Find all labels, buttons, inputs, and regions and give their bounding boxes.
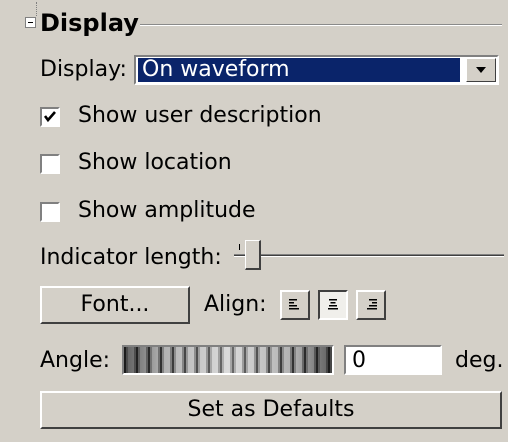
align-right-button[interactable]	[356, 290, 386, 320]
slider-tick	[239, 244, 240, 250]
indicator-length-track[interactable]	[234, 254, 504, 257]
indicator-length-thumb[interactable]	[245, 240, 261, 270]
align-right-icon	[367, 299, 377, 310]
section-title: Display	[40, 9, 139, 37]
align-label: Align:	[204, 292, 267, 317]
display-panel: Display Display: On waveform Show user d…	[0, 0, 520, 442]
align-center-icon	[328, 299, 338, 310]
angle-dial[interactable]	[122, 345, 334, 375]
right-edge	[508, 0, 520, 442]
show-amplitude-label[interactable]: Show amplitude	[78, 197, 256, 225]
angle-input[interactable]	[344, 345, 442, 375]
show-location-label[interactable]: Show location	[78, 149, 232, 177]
align-left-icon	[289, 299, 299, 310]
display-select[interactable]: On waveform	[134, 55, 499, 85]
font-button[interactable]: Font...	[40, 286, 190, 324]
display-label: Display:	[40, 57, 127, 82]
display-select-value: On waveform	[138, 58, 460, 82]
align-center-button[interactable]	[318, 290, 348, 320]
collapse-minus-icon[interactable]	[25, 17, 36, 28]
angle-dial-shading	[124, 347, 332, 373]
section-divider	[140, 24, 502, 26]
indicator-length-label: Indicator length:	[40, 245, 222, 270]
align-left-button[interactable]	[280, 290, 310, 320]
chevron-down-icon[interactable]	[466, 58, 496, 82]
checkmark-icon	[43, 111, 56, 123]
tree-guide-line	[36, 2, 38, 16]
show-user-description-checkbox[interactable]	[40, 107, 60, 127]
angle-unit-label: deg.	[455, 348, 504, 373]
show-amplitude-checkbox[interactable]	[40, 202, 60, 222]
show-location-checkbox[interactable]	[40, 154, 60, 174]
show-user-description-label[interactable]: Show user description	[78, 102, 322, 130]
angle-label: Angle:	[40, 348, 111, 373]
set-as-defaults-button[interactable]: Set as Defaults	[40, 391, 502, 429]
